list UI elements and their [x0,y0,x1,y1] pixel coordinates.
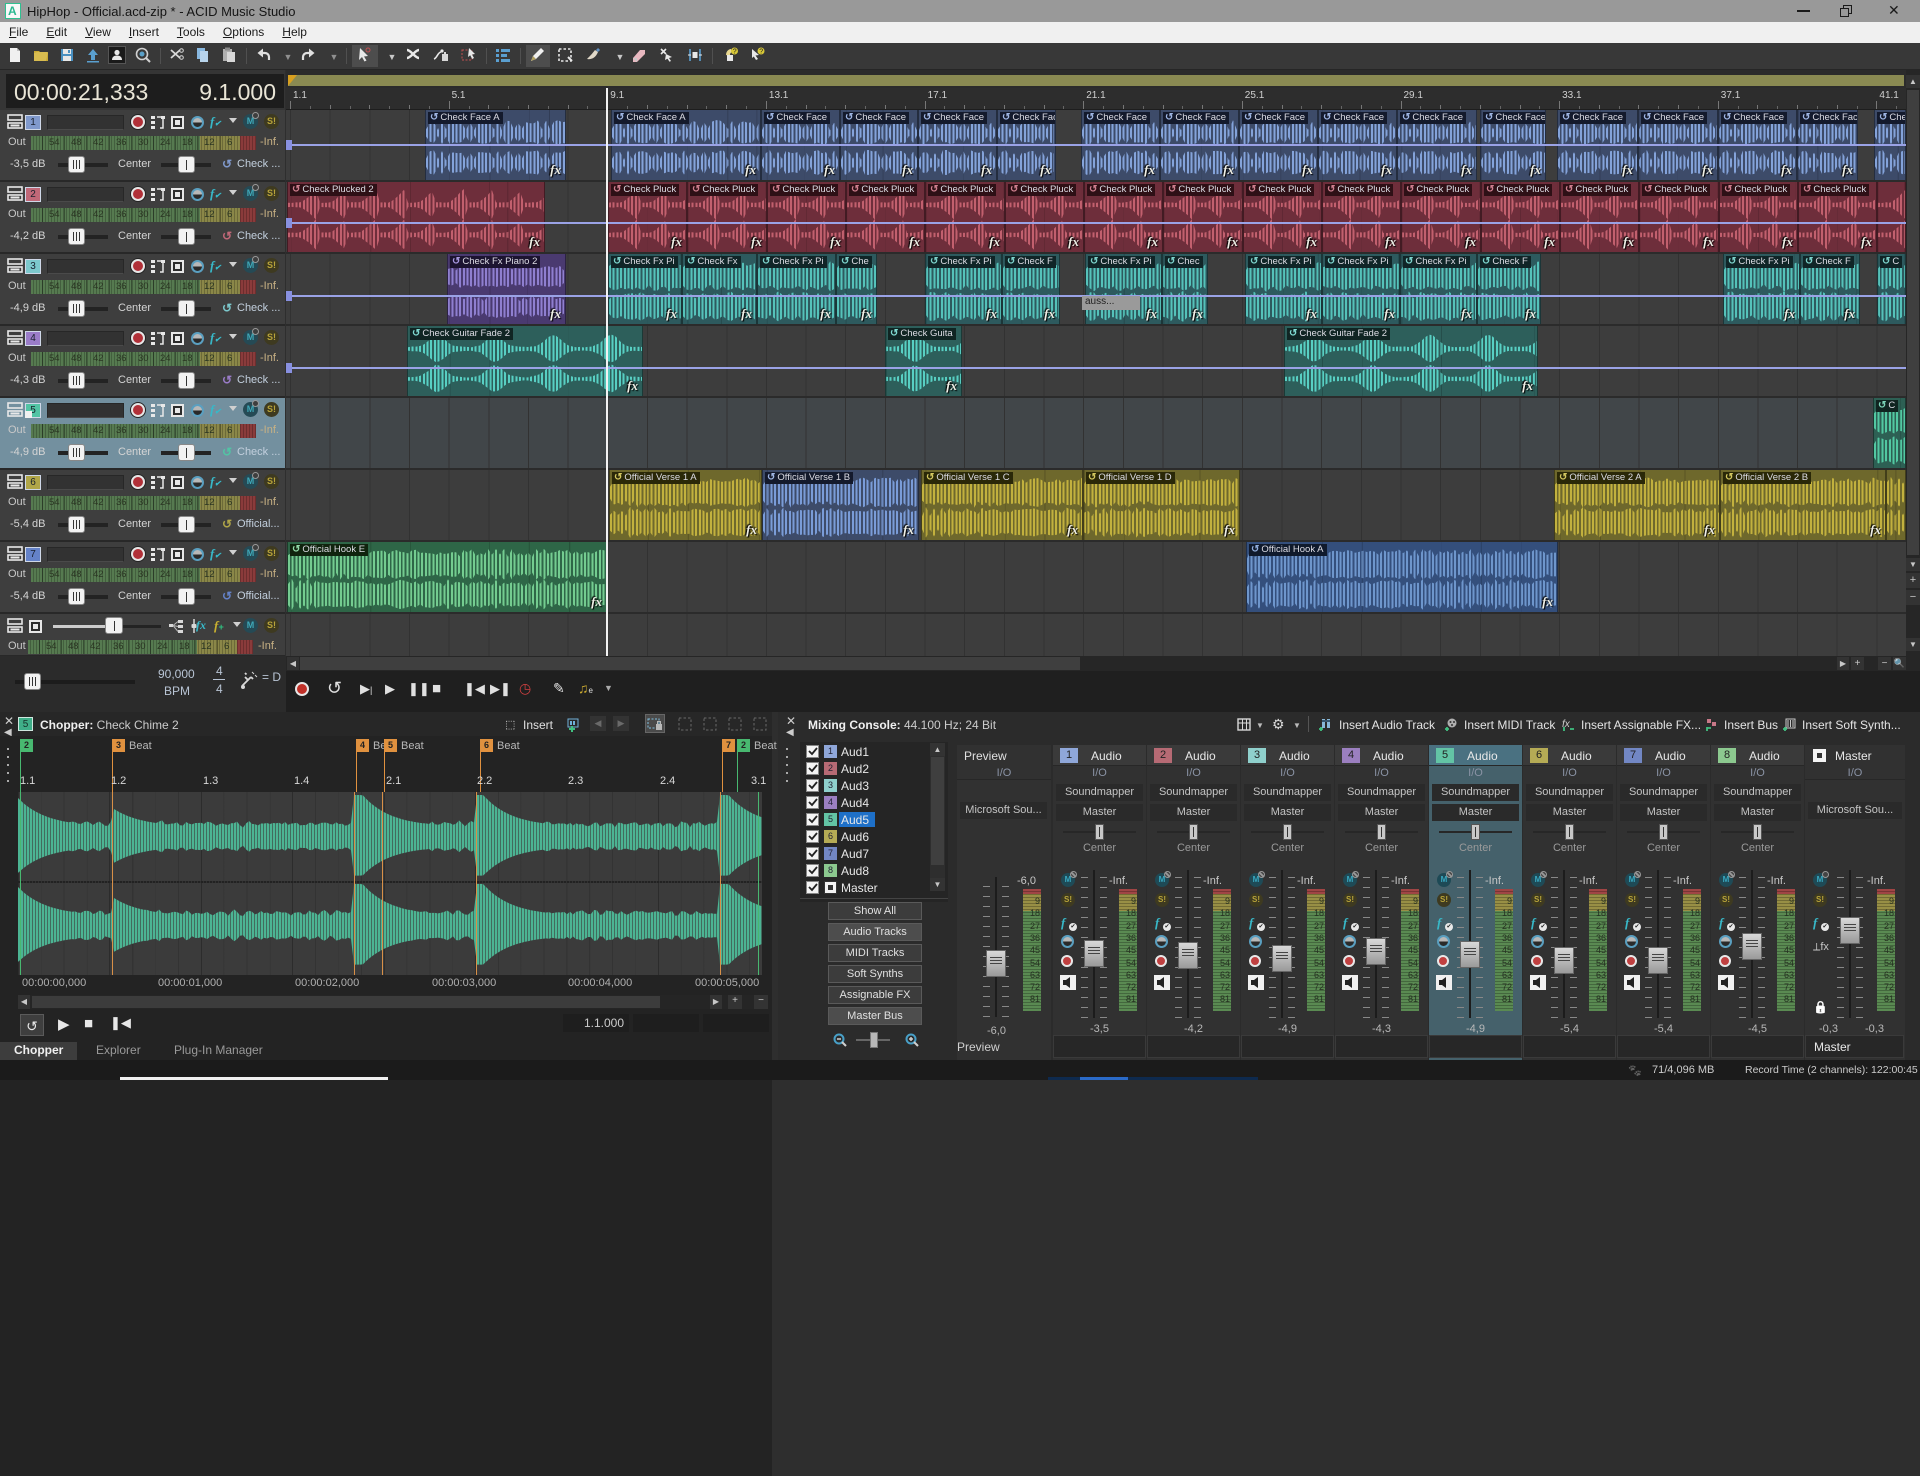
svg-text:?: ? [759,49,763,56]
svg-text:?: ? [733,49,737,56]
